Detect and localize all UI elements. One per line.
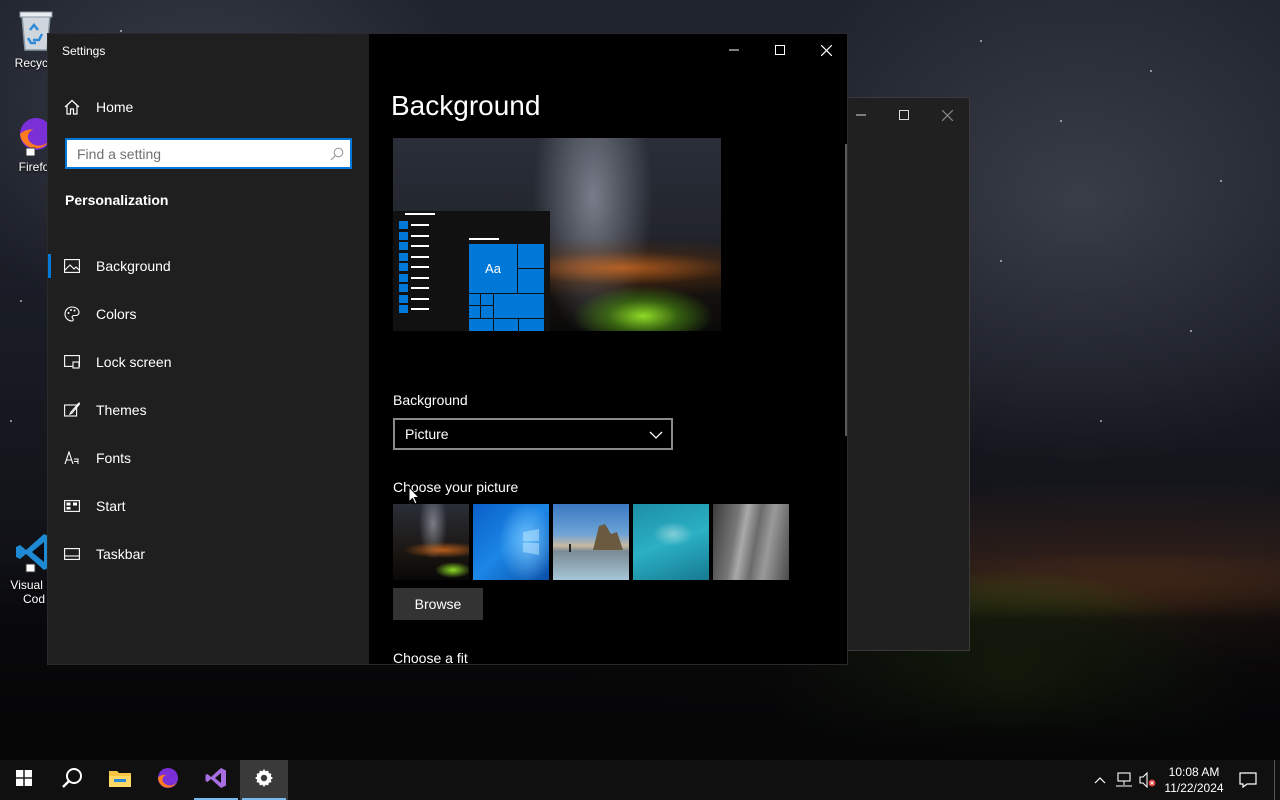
nav-item-background[interactable]: Background [48,242,369,290]
search-input[interactable] [67,140,324,167]
dropdown-value: Picture [405,426,449,442]
nav-home[interactable]: Home [48,94,369,120]
picture-thumbnail[interactable] [473,504,549,580]
window-title: Settings [62,44,106,58]
show-desktop-button[interactable] [1274,760,1280,800]
taskbar-search-button[interactable] [48,760,96,800]
picture-thumbnail[interactable] [633,504,709,580]
personalization-nav: Background Colors Lock screen Themes Fon… [48,242,369,578]
search-icon[interactable] [324,147,350,161]
minimize-button[interactable] [711,34,757,66]
file-explorer-button[interactable] [96,760,144,800]
system-tray: 10:08 AM 11/22/2024 [1088,760,1280,800]
background-type-dropdown[interactable]: Picture [393,418,673,450]
nav-item-label: Taskbar [96,546,146,562]
maximize-button[interactable] [757,34,803,66]
taskbar: 10:08 AM 11/22/2024 [0,760,1280,800]
nav-item-label: Colors [96,306,137,322]
browse-button[interactable]: Browse [393,588,483,620]
background-preview: Aa [393,138,721,331]
close-button[interactable] [803,34,847,66]
firefox-taskbar-button[interactable] [144,760,192,800]
settings-window[interactable]: Settings Home Personalization Background [47,33,848,665]
lock-screen-icon [48,355,96,369]
action-center-icon[interactable] [1228,772,1268,788]
vscode-taskbar-button[interactable] [192,760,240,800]
settings-sidebar: Settings Home Personalization Background [48,34,369,664]
font-icon [48,451,96,465]
taskbar-clock[interactable]: 10:08 AM 11/22/2024 [1160,764,1228,796]
nav-item-start[interactable]: Start [48,482,369,530]
start-icon [48,500,96,512]
preview-tiles: Aa [468,243,545,331]
nav-item-label: Lock screen [96,354,172,370]
volume-muted-icon[interactable] [1136,772,1160,788]
choose-fit-label: Choose a fit [393,650,468,665]
mouse-cursor-icon [408,485,421,510]
background-window-maximize-button[interactable] [882,98,925,132]
window-caption-buttons [711,34,847,66]
firefox-icon [156,766,180,795]
vscode-icon [204,766,228,795]
nav-item-label: Start [96,498,126,514]
network-icon[interactable] [1112,772,1136,788]
background-type-label: Background [393,392,468,408]
palette-icon [48,306,96,322]
home-icon [48,99,96,115]
nav-item-label: Fonts [96,450,132,466]
search-box[interactable] [65,138,352,169]
nav-item-taskbar[interactable]: Taskbar [48,530,369,578]
windows-logo-icon [16,769,32,791]
chevron-down-icon [649,426,663,442]
page-title: Background [391,90,541,121]
picture-thumbnail[interactable] [393,504,469,580]
start-button[interactable] [0,760,48,800]
section-title: Personalization [65,192,169,208]
background-window-titlebar[interactable] [839,98,969,132]
nav-home-label: Home [96,99,134,115]
nav-item-fonts[interactable]: Fonts [48,434,369,482]
file-explorer-icon [108,768,132,793]
nav-item-label: Themes [96,402,147,418]
picture-thumbnail[interactable] [553,504,629,580]
search-icon [61,767,83,794]
clock-time: 10:08 AM [1168,765,1220,779]
show-hidden-icons-chevron-up-icon[interactable] [1088,776,1112,784]
background-window[interactable] [838,97,970,651]
brush-icon [48,402,96,418]
clock-date: 11/22/2024 [1164,781,1224,795]
preview-start-menu: Aa [393,211,550,331]
content-scrollbar[interactable] [845,144,847,436]
nav-item-lock-screen[interactable]: Lock screen [48,338,369,386]
background-window-close-button[interactable] [926,98,969,132]
nav-item-colors[interactable]: Colors [48,290,369,338]
picture-icon [48,259,96,273]
settings-content: Background Aa Background Picture Choose … [369,34,847,665]
settings-icon [254,768,274,793]
picture-thumbnails [393,504,789,580]
nav-item-themes[interactable]: Themes [48,386,369,434]
settings-taskbar-button[interactable] [240,760,288,800]
taskbar-icon [48,548,96,560]
nav-item-label: Background [96,258,171,274]
picture-thumbnail[interactable] [713,504,789,580]
preview-tile-text: Aa [468,243,518,294]
